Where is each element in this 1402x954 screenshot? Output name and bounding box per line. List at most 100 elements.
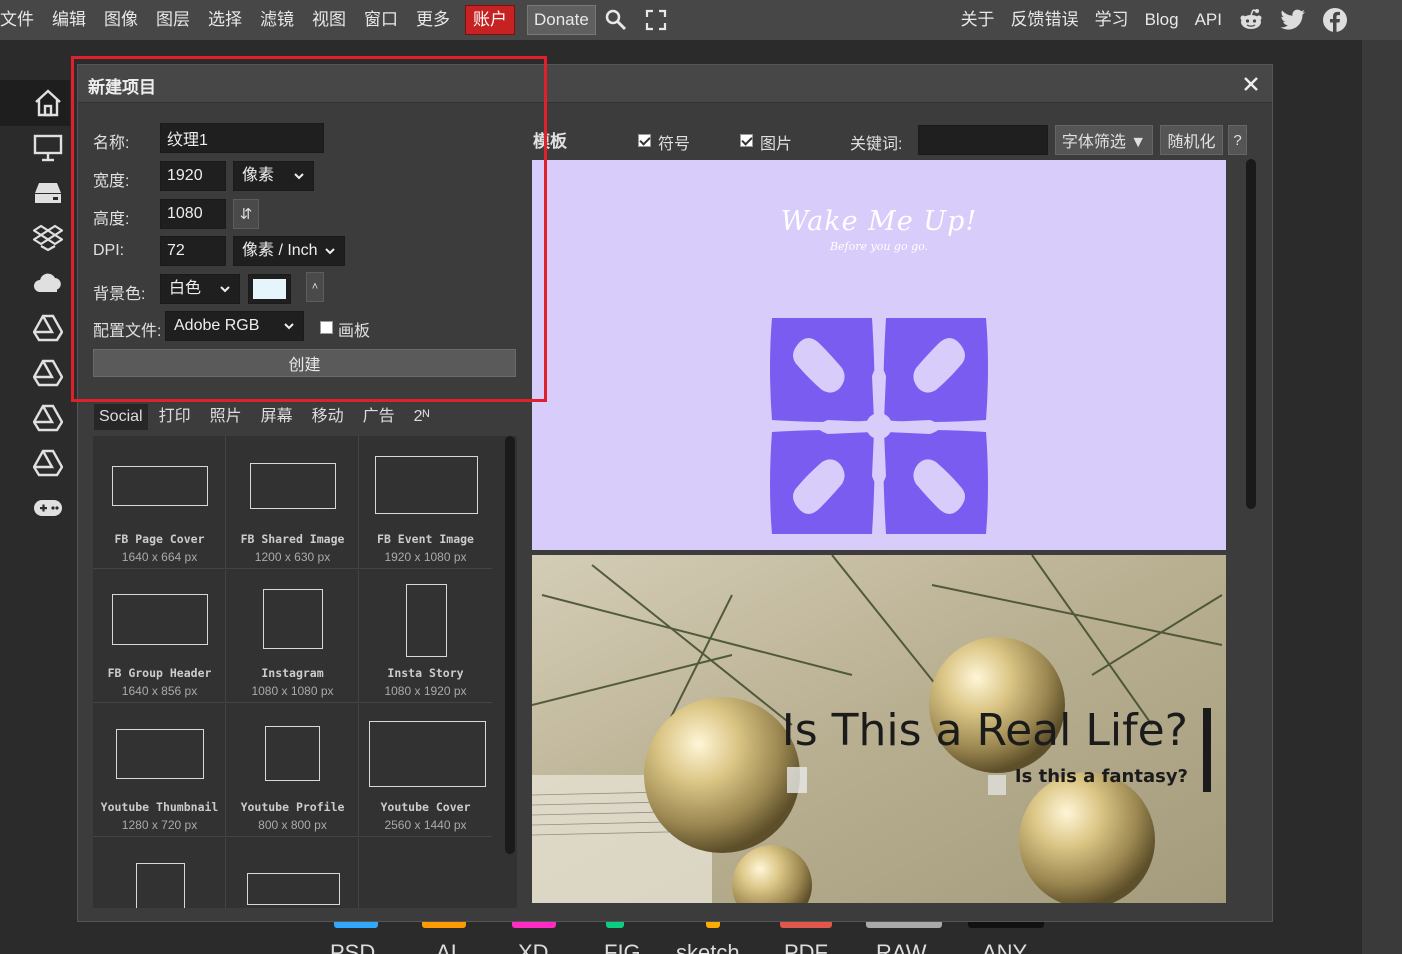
xd-bar <box>512 922 556 928</box>
menu-select[interactable]: 选择 <box>199 0 251 40</box>
preset-fb-event-image[interactable]: FB Event Image 1920 x 1080 px <box>359 436 492 569</box>
keyword-input[interactable] <box>918 125 1048 155</box>
close-icon[interactable] <box>1238 71 1264 97</box>
flower-illustration <box>770 318 988 534</box>
menu-report-bug[interactable]: 反馈错误 <box>1003 0 1087 40</box>
gamepad-icon[interactable] <box>28 488 68 528</box>
format-ai[interactable]: AI <box>436 940 457 954</box>
height-input[interactable] <box>160 199 226 229</box>
images-checkbox[interactable] <box>740 134 753 147</box>
tab-ad[interactable]: 广告 <box>355 404 403 430</box>
images-label: 图片 <box>760 136 793 153</box>
template-card-real-life[interactable]: Is This a Real Life? Is this a fantasy? <box>532 555 1226 903</box>
format-fig[interactable]: FIG <box>604 940 641 954</box>
create-button[interactable]: 创建 <box>93 349 516 377</box>
preset-name: FB Page Cover <box>114 532 205 546</box>
preset-size: 1200 x 630 px <box>254 550 331 564</box>
format-raw[interactable]: RAW <box>876 940 927 954</box>
preset-youtube-thumbnail[interactable]: Youtube Thumbnail 1280 x 720 px <box>93 704 226 837</box>
tab-screen[interactable]: 屏幕 <box>253 404 301 430</box>
preset-partial-2[interactable] <box>226 838 359 908</box>
preset-size: 1280 x 720 px <box>121 818 198 832</box>
monitor-icon[interactable] <box>28 128 68 168</box>
preset-grid: FB Page Cover 1640 x 664 px FB Shared Im… <box>93 436 517 908</box>
menu-window[interactable]: 窗口 <box>355 0 407 40</box>
preset-shape <box>406 584 447 657</box>
preset-name: FB Event Image <box>377 532 474 546</box>
tab-social[interactable]: Social <box>94 404 148 430</box>
preset-grid-scrollbar[interactable] <box>505 436 515 854</box>
drive-icon[interactable] <box>28 173 68 213</box>
google-drive-icon-2[interactable] <box>28 353 68 393</box>
menu-layer[interactable]: 图层 <box>147 0 199 40</box>
format-psd[interactable]: PSD <box>330 940 375 954</box>
templates-scrollbar[interactable] <box>1246 159 1256 509</box>
menu-edit[interactable]: 编辑 <box>43 0 95 40</box>
background-select[interactable]: 白色 <box>160 274 240 304</box>
profile-label: 配置文件: <box>93 323 162 340</box>
preset-insta-story[interactable]: Insta Story 1080 x 1920 px <box>359 570 492 703</box>
preset-size: 1080 x 1080 px <box>251 684 334 698</box>
dropbox-icon[interactable] <box>28 218 68 258</box>
symbols-checkbox[interactable] <box>638 134 651 147</box>
dpi-input[interactable] <box>160 236 226 266</box>
swap-icon: ⇵ <box>239 206 253 223</box>
preset-fb-shared-image[interactable]: FB Shared Image 1200 x 630 px <box>226 436 359 569</box>
preset-name: FB Shared Image <box>240 532 345 546</box>
menubar-right: 关于 反馈错误 学习 Blog API <box>953 0 1356 40</box>
preset-instagram[interactable]: Instagram 1080 x 1080 px <box>226 570 359 703</box>
format-any[interactable]: ANY <box>982 940 1027 954</box>
reddit-icon[interactable] <box>1238 7 1264 33</box>
format-sketch[interactable]: sketch <box>676 940 740 954</box>
tab-mobile[interactable]: 移动 <box>304 404 352 430</box>
google-drive-icon-4[interactable] <box>28 443 68 483</box>
search-icon[interactable] <box>604 8 628 32</box>
background-color-toggle[interactable]: ˄ <box>306 272 324 302</box>
preset-partial-1[interactable] <box>93 838 226 908</box>
google-drive-icon-3[interactable] <box>28 398 68 438</box>
preset-shape <box>136 863 185 908</box>
menu-filter[interactable]: 滤镜 <box>251 0 303 40</box>
donate-button[interactable]: Donate <box>527 5 596 35</box>
account-button[interactable]: 账户 <box>465 5 515 35</box>
tab-print[interactable]: 打印 <box>151 404 199 430</box>
cloud-icon[interactable] <box>28 263 68 303</box>
preset-fb-group-header[interactable]: FB Group Header 1640 x 856 px <box>93 570 226 703</box>
width-unit-select[interactable]: 像素 <box>233 161 314 191</box>
facebook-icon[interactable] <box>1322 7 1348 33</box>
tab-power-of-two[interactable]: 2ᴺ <box>406 404 438 430</box>
preset-name: Youtube Cover <box>380 800 471 814</box>
menu-image[interactable]: 图像 <box>95 0 147 40</box>
menu-more[interactable]: 更多 <box>407 0 459 40</box>
name-input[interactable] <box>160 123 324 153</box>
tab-photo[interactable]: 照片 <box>202 404 250 430</box>
help-button[interactable]: ? <box>1228 125 1247 155</box>
menu-blog[interactable]: Blog <box>1137 0 1187 40</box>
artboard-checkbox[interactable] <box>320 321 333 334</box>
menu-learn[interactable]: 学习 <box>1087 0 1137 40</box>
template-accent-bar <box>1203 708 1211 792</box>
format-pdf[interactable]: PDF <box>784 940 828 954</box>
home-icon[interactable] <box>28 83 68 123</box>
symbols-label: 符号 <box>658 136 691 153</box>
preset-fb-page-cover[interactable]: FB Page Cover 1640 x 664 px <box>93 436 226 569</box>
menu-about[interactable]: 关于 <box>953 0 1003 40</box>
template-card-wake-me-up[interactable]: Wake Me Up! Before you go go. <box>532 160 1226 550</box>
twitter-icon[interactable] <box>1280 7 1306 33</box>
format-xd[interactable]: XD <box>518 940 549 954</box>
fullscreen-icon[interactable] <box>644 8 668 32</box>
font-filter-button[interactable]: 字体筛选 ▼ <box>1055 125 1153 155</box>
randomize-button[interactable]: 随机化 <box>1160 125 1223 155</box>
menu-api[interactable]: API <box>1187 0 1230 40</box>
preset-youtube-profile[interactable]: Youtube Profile 800 x 800 px <box>226 704 359 837</box>
width-input[interactable] <box>160 161 226 191</box>
preset-youtube-cover[interactable]: Youtube Cover 2560 x 1440 px <box>359 704 492 837</box>
dpi-unit-select[interactable]: 像素 / Inch <box>233 236 345 266</box>
profile-select[interactable]: Adobe RGB <box>165 311 304 341</box>
background-color-swatch[interactable] <box>248 274 291 304</box>
swap-dimensions-button[interactable]: ⇵ <box>233 199 259 229</box>
menu-file[interactable]: 文件 <box>0 0 43 40</box>
menu-view[interactable]: 视图 <box>303 0 355 40</box>
google-drive-icon[interactable] <box>28 308 68 348</box>
dialog-title-bar[interactable]: 新建项目 <box>78 65 1272 103</box>
